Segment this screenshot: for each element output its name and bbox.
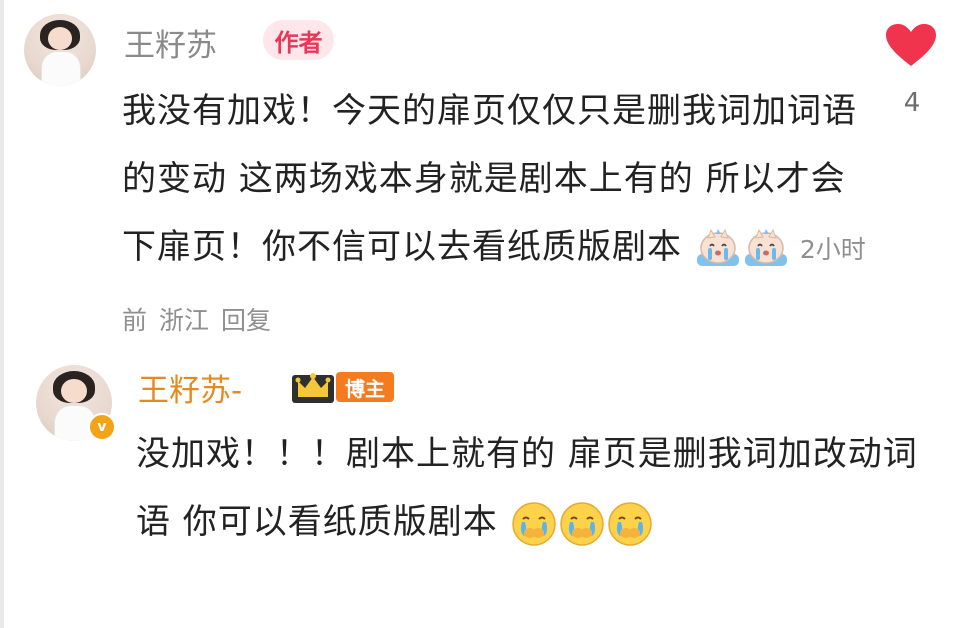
reply-author-name[interactable]: 王籽苏-	[138, 365, 242, 410]
comment-author-name[interactable]: 王籽苏	[124, 20, 217, 65]
verified-v-icon: v	[88, 413, 116, 441]
crying-cat-emoji	[744, 228, 787, 266]
avatar[interactable]	[24, 14, 96, 86]
crying-cat-emoji	[696, 228, 739, 266]
blogger-badge: 博主	[336, 372, 394, 402]
crown-icon	[292, 373, 334, 403]
comment-text-block: 我没有加戏！今天的扉页仅仅只是删我词加词语的变动 这两场戏本身就是剧本上有的 所…	[122, 77, 867, 355]
crying-face-emoji	[511, 501, 556, 546]
crying-face-emoji	[559, 501, 604, 546]
left-edge-divider	[0, 0, 4, 628]
like-count: 4	[903, 88, 921, 118]
author-badge: 作者	[263, 20, 334, 60]
heart-like-icon[interactable]	[884, 22, 938, 68]
comment-location: 浙江	[159, 306, 210, 335]
crying-face-emoji	[607, 501, 652, 546]
reply-text-block: 没加戏！！！剧本上就有的 扉页是删我词加改动词语 你可以看纸质版剧本	[136, 420, 948, 556]
reply-button[interactable]: 回复	[221, 306, 271, 335]
